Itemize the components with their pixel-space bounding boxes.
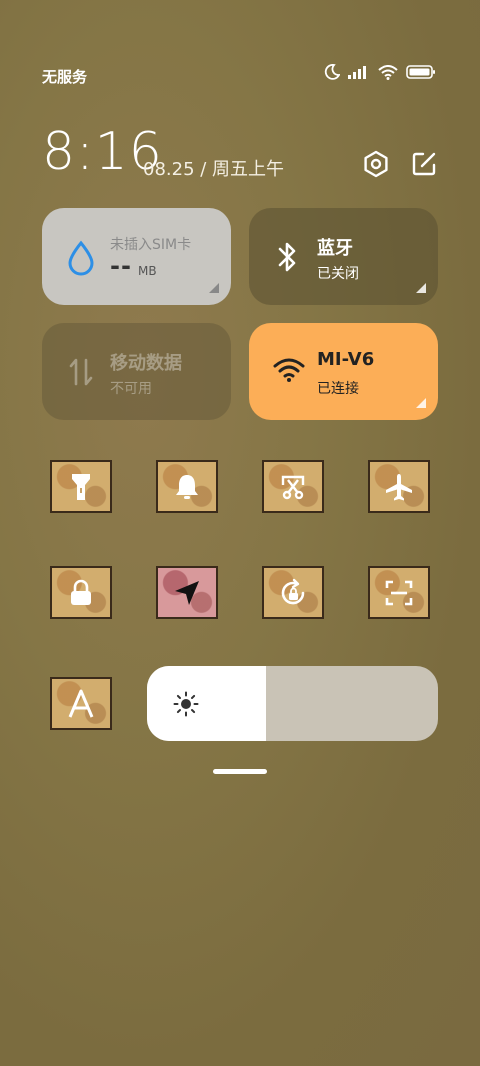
scissors-icon: [281, 475, 305, 499]
screenshot-toggle[interactable]: [262, 460, 324, 513]
location-arrow-icon: [175, 580, 199, 605]
lock-icon: [71, 579, 91, 605]
location-toggle[interactable]: [156, 566, 218, 619]
wifi-network-name: MI-V6: [317, 349, 375, 370]
date-label: 08.25 / 周五上午: [143, 159, 285, 180]
moon-icon: [324, 64, 340, 80]
airplane-toggle[interactable]: [368, 460, 430, 513]
battery-icon: [406, 65, 435, 79]
edit-button[interactable]: [410, 150, 438, 178]
brightness-fill: [147, 666, 267, 741]
sim-data-value: --: [110, 252, 132, 280]
rotation-lock-icon: [281, 578, 305, 604]
scan-icon: [385, 580, 413, 605]
mobile-data-tile[interactable]: 移动数据 不可用: [42, 323, 231, 420]
settings-icon: [364, 150, 388, 178]
lock-screen-toggle[interactable]: [50, 566, 112, 619]
scanner-toggle[interactable]: [368, 566, 430, 619]
droplet-icon: [68, 240, 94, 276]
data-arrows-icon: [69, 358, 93, 386]
tile-expand-corner: [209, 283, 219, 293]
bluetooth-icon: [278, 242, 296, 272]
rotation-lock-toggle[interactable]: [262, 566, 324, 619]
wifi-tile[interactable]: MI-V6 已连接: [249, 323, 438, 420]
bluetooth-tile-title: 蓝牙: [317, 238, 353, 259]
settings-button[interactable]: [362, 150, 390, 178]
home-indicator[interactable]: [213, 769, 267, 774]
edit-icon: [412, 152, 436, 176]
sim-tile-title: 未插入SIM卡: [110, 237, 192, 253]
sun-icon: [173, 691, 199, 717]
tile-expand-corner: [416, 283, 426, 293]
mobile-data-status: 不可用: [110, 381, 152, 397]
brightness-slider[interactable]: [147, 666, 438, 741]
status-icons: [324, 64, 436, 80]
flashlight-toggle[interactable]: [50, 460, 112, 513]
bell-icon: [176, 474, 198, 499]
bluetooth-tile-status: 已关闭: [317, 266, 359, 282]
signal-icon: [348, 66, 366, 79]
mobile-data-title: 移动数据: [110, 353, 182, 374]
letter-a-icon: [68, 689, 94, 718]
airplane-icon: [386, 473, 412, 500]
carrier-status: 无服务: [42, 68, 88, 86]
tile-expand-corner: [416, 398, 426, 408]
bluetooth-tile[interactable]: 蓝牙 已关闭: [249, 208, 438, 305]
wifi-icon: [378, 64, 398, 80]
flashlight-icon: [72, 473, 90, 500]
wifi-icon: [273, 358, 305, 382]
sim-data-unit: MB: [138, 264, 157, 278]
silent-toggle[interactable]: [156, 460, 218, 513]
sim-data-tile[interactable]: 未插入SIM卡 -- MB: [42, 208, 231, 305]
reading-mode-toggle[interactable]: [50, 677, 112, 730]
wifi-status: 已连接: [317, 381, 359, 397]
